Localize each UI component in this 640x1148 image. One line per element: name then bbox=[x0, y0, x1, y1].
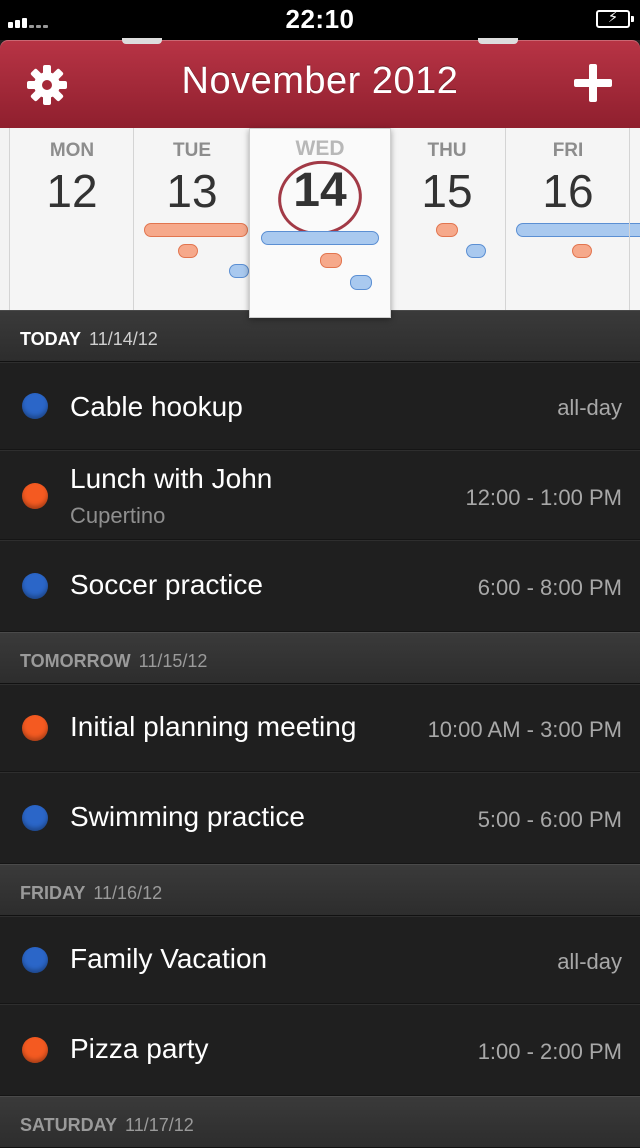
battery-charging-icon: ⚡ bbox=[596, 9, 634, 28]
header-notch bbox=[122, 38, 162, 44]
event-time: all-day bbox=[557, 949, 622, 974]
status-bar: 22:10 ⚡ bbox=[0, 0, 640, 40]
event-bar bbox=[144, 223, 248, 237]
day-number: 16 bbox=[542, 165, 594, 217]
section-label: SATURDAY bbox=[20, 1115, 118, 1135]
section-date: 11/15/12 bbox=[138, 651, 208, 671]
event-time: 5:00 - 6:00 PM bbox=[477, 807, 622, 832]
event-row[interactable]: Swimming practice 5:00 - 6:00 PM bbox=[0, 772, 640, 864]
event-row[interactable]: Family Vacation all-day bbox=[0, 916, 640, 1004]
month-title[interactable]: November 2012 bbox=[0, 60, 640, 103]
calendar-color-dot bbox=[22, 573, 48, 599]
day-column-wed-selected[interactable]: WED 14 bbox=[249, 128, 391, 318]
day-column-fri[interactable]: FRI 16 bbox=[505, 128, 633, 310]
event-time: 1:00 - 2:00 PM bbox=[477, 1039, 622, 1064]
event-bar bbox=[466, 244, 486, 258]
section-date: 11/14/12 bbox=[89, 329, 158, 349]
event-bar bbox=[261, 231, 379, 245]
event-time: all-day bbox=[557, 395, 622, 420]
event-bar bbox=[178, 244, 198, 258]
calendar-color-dot bbox=[22, 1037, 48, 1063]
section-header-friday: FRIDAY 11/16/12 bbox=[0, 864, 640, 916]
day-number: 13 bbox=[166, 165, 218, 217]
section-header-tomorrow: TOMORROW 11/15/12 bbox=[0, 632, 640, 684]
event-time: 10:00 AM - 3:00 PM bbox=[427, 717, 622, 742]
event-row[interactable]: Lunch with John Cupertino 12:00 - 1:00 P… bbox=[0, 450, 640, 540]
calendar-color-dot bbox=[22, 715, 48, 741]
event-bar bbox=[630, 223, 640, 237]
day-column-thu[interactable]: THU 15 bbox=[389, 128, 505, 310]
event-row[interactable]: Pizza party 1:00 - 2:00 PM bbox=[0, 1004, 640, 1096]
event-row[interactable]: Initial planning meeting 10:00 AM - 3:00… bbox=[0, 684, 640, 772]
calendar-header: November 2012 bbox=[0, 40, 640, 128]
day-number: 12 bbox=[46, 165, 98, 217]
event-bar bbox=[320, 253, 342, 268]
section-label: TODAY bbox=[20, 329, 82, 349]
day-column-next[interactable] bbox=[629, 128, 640, 310]
section-date: 11/17/12 bbox=[125, 1115, 194, 1135]
section-label: FRIDAY bbox=[20, 883, 86, 903]
event-bar bbox=[436, 223, 458, 237]
event-time: 12:00 - 1:00 PM bbox=[465, 485, 622, 510]
event-row[interactable]: Soccer practice 6:00 - 8:00 PM bbox=[0, 540, 640, 632]
event-title: Family Vacation bbox=[70, 943, 268, 974]
add-event-plus-icon[interactable] bbox=[574, 64, 612, 102]
event-title: Initial planning meeting bbox=[70, 711, 357, 742]
event-bar bbox=[350, 275, 372, 290]
event-title: Soccer practice bbox=[70, 569, 263, 600]
event-title: Pizza party bbox=[70, 1033, 209, 1064]
event-title: Swimming practice bbox=[70, 801, 305, 832]
section-header-saturday: SATURDAY 11/17/12 bbox=[0, 1096, 640, 1148]
section-date: 11/16/12 bbox=[93, 883, 163, 903]
event-row[interactable]: Cable hookup all-day bbox=[0, 362, 640, 450]
calendar-color-dot bbox=[22, 393, 48, 419]
day-name: WED bbox=[295, 137, 345, 160]
event-bar bbox=[572, 244, 592, 258]
day-number: 15 bbox=[421, 165, 473, 217]
event-bar bbox=[516, 223, 633, 237]
day-column-tue[interactable]: TUE 13 bbox=[133, 128, 250, 310]
day-name: TUE bbox=[173, 140, 211, 161]
event-bar bbox=[229, 264, 249, 278]
week-strip[interactable]: MON 12 TUE 13 WED 14 THU 15 FRI 16 bbox=[0, 128, 640, 318]
day-name: THU bbox=[427, 140, 467, 161]
calendar-color-dot bbox=[22, 483, 48, 509]
status-time: 22:10 bbox=[285, 4, 355, 34]
header-notch bbox=[478, 38, 518, 44]
event-time: 6:00 - 8:00 PM bbox=[477, 575, 622, 600]
event-title: Cable hookup bbox=[70, 391, 243, 422]
event-list[interactable]: TODAY 11/14/12 Cable hookup all-day Lunch… bbox=[0, 310, 640, 1148]
calendar-color-dot bbox=[22, 805, 48, 831]
day-name: MON bbox=[49, 140, 95, 161]
event-title: Lunch with John bbox=[70, 463, 273, 494]
section-label: TOMORROW bbox=[20, 651, 131, 671]
day-column-mon[interactable]: MON 12 bbox=[9, 128, 134, 310]
day-name: FRI bbox=[552, 140, 584, 161]
event-location: Cupertino bbox=[70, 503, 166, 528]
calendar-color-dot bbox=[22, 947, 48, 973]
day-column-previous[interactable] bbox=[0, 128, 9, 310]
